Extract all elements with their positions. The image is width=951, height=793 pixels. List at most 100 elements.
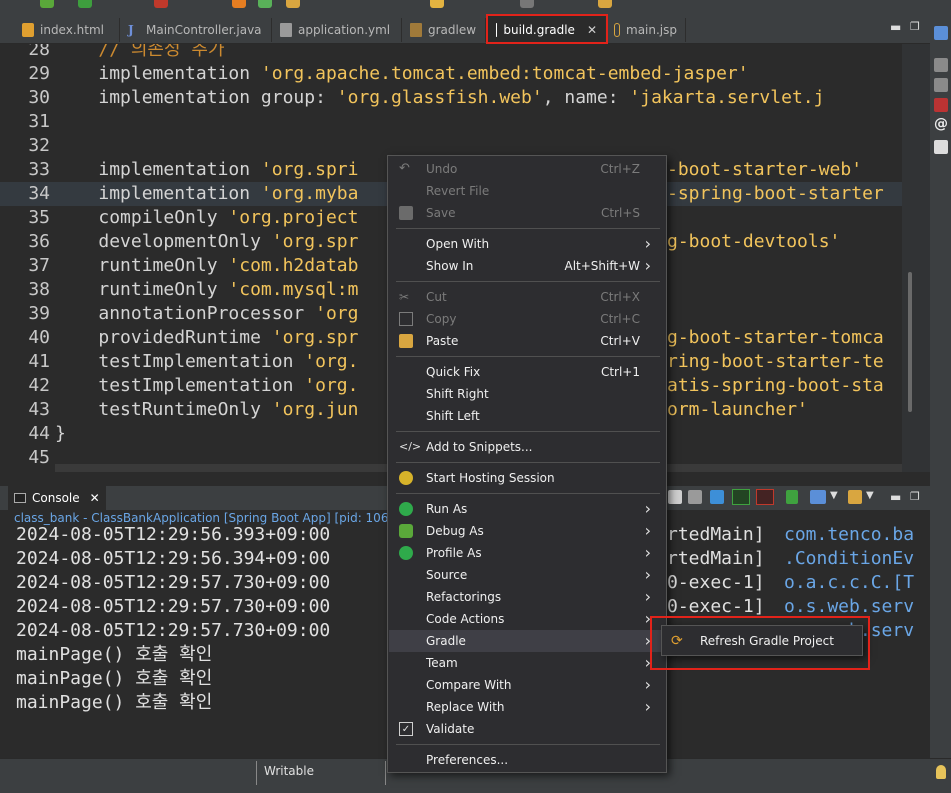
menu-item-open-with[interactable]: Open With ›	[389, 233, 665, 255]
code-token: 'jakarta.servlet.j	[629, 87, 825, 108]
menu-item-team[interactable]: Team ›	[389, 652, 665, 674]
line-number: 44	[28, 423, 50, 444]
pin-console-icon[interactable]	[668, 490, 682, 504]
code-token: 'org.myba	[260, 183, 359, 204]
line-number: 28	[28, 44, 50, 60]
menu-item-start-hosting-session[interactable]: Start Hosting Session	[389, 467, 665, 489]
console-icon	[14, 493, 26, 503]
menu-item-refactorings[interactable]: Refactorings ›	[389, 586, 665, 608]
chevron-down-icon[interactable]: ▼	[866, 490, 874, 501]
toolbar-run-icon[interactable]	[78, 0, 92, 8]
menu-item-shift-left[interactable]: Shift Left	[389, 405, 665, 427]
menu-item-compare-with[interactable]: Compare With ›	[389, 674, 665, 696]
declaration-view-icon[interactable]	[934, 140, 948, 154]
toolbar-spring-icon[interactable]	[258, 0, 272, 8]
menu-item-copy[interactable]: Copy Ctrl+C	[389, 308, 665, 330]
line-number: 29	[28, 63, 50, 84]
menu-item-paste[interactable]: Paste Ctrl+V	[389, 330, 665, 352]
word-wrap-icon[interactable]	[688, 490, 702, 504]
console-thread: 0-exec-1]	[667, 572, 765, 593]
chevron-right-icon: ›	[644, 675, 651, 694]
menu-item-revert-file[interactable]: Revert File	[389, 180, 665, 202]
tip-lightbulb-icon[interactable]	[936, 765, 946, 779]
console-line: 2024-08-05T12:29:57.730+09:00	[16, 620, 331, 641]
chevron-right-icon: ›	[644, 543, 651, 562]
code-line[interactable]: 29 implementation 'org.apache.tomcat.emb…	[0, 62, 902, 86]
console-thread: rtedMain]	[667, 526, 765, 545]
chevron-right-icon: ›	[644, 234, 651, 253]
menu-separator	[396, 281, 660, 282]
menu-item-show-in[interactable]: Show In Alt+Shift+W ›	[389, 255, 665, 277]
toolbar-back-icon[interactable]	[430, 0, 444, 8]
menu-item-undo[interactable]: ↶ Undo Ctrl+Z	[389, 158, 665, 180]
show-stdout-icon[interactable]	[732, 489, 750, 505]
toolbar-debug-icon[interactable]	[40, 0, 54, 8]
menu-item-validate[interactable]: ✓ Validate	[389, 718, 665, 740]
minimize-icon[interactable]: ▬	[890, 20, 901, 34]
menu-item-profile-as[interactable]: Profile As ›	[389, 542, 665, 564]
maximize-icon[interactable]: ❐	[910, 20, 920, 33]
menu-item-label: Source	[426, 568, 468, 582]
tab-application-yml[interactable]: application.yml	[272, 18, 402, 42]
close-icon[interactable]: ✕	[90, 491, 100, 505]
status-mode: Writable	[264, 764, 314, 778]
tab-gradlew[interactable]: gradlew	[402, 18, 486, 42]
code-token: 'org.spr	[271, 231, 359, 252]
pin-icon[interactable]	[786, 490, 798, 504]
menu-item-shift-right[interactable]: Shift Right	[389, 383, 665, 405]
menu-item-debug-as[interactable]: Debug As ›	[389, 520, 665, 542]
tab-index-html[interactable]: index.html	[14, 18, 120, 42]
menu-item-replace-with[interactable]: Replace With ›	[389, 696, 665, 718]
toolbar-folder-icon[interactable]	[286, 0, 300, 8]
menu-item-quick-fix[interactable]: Quick Fix Ctrl+1	[389, 361, 665, 383]
menu-item-cut[interactable]: ✂ Cut Ctrl+X	[389, 286, 665, 308]
code-line[interactable]: 28 // 의존성 추가	[0, 44, 902, 62]
minimize-icon[interactable]: ▬	[890, 490, 901, 504]
new-console-icon[interactable]	[848, 490, 862, 504]
menu-item-preferences[interactable]: Preferences...	[389, 749, 665, 771]
scroll-lock-icon[interactable]	[710, 490, 724, 504]
maximize-icon[interactable]: ❐	[910, 490, 920, 503]
menu-item-gradle[interactable]: Gradle ›	[389, 630, 665, 652]
code-line[interactable]: 30 implementation group: 'org.glassfish.…	[0, 86, 902, 110]
tab-maincontroller-java[interactable]: J MainController.java	[120, 18, 272, 42]
console-line: mainPage() 호출 확인	[16, 668, 213, 689]
toolbar-refresh-icon[interactable]	[598, 0, 612, 8]
line-number: 34	[28, 183, 50, 204]
javadoc-icon[interactable]: @	[934, 116, 948, 132]
problems-view-icon[interactable]	[934, 98, 948, 112]
code-text: testImplementation 'org.	[55, 350, 358, 374]
console-line: 2024-08-05T12:29:57.730+09:00	[16, 596, 331, 617]
outline-view-icon[interactable]	[934, 26, 948, 40]
toolbar-build-icon[interactable]	[232, 0, 246, 8]
menu-item-code-actions[interactable]: Code Actions ›	[389, 608, 665, 630]
chevron-down-icon[interactable]: ▼	[830, 490, 838, 501]
code-token: 'org.	[304, 375, 359, 396]
menu-separator	[396, 462, 660, 463]
code-fragment: atis-spring-boot-sta	[667, 375, 884, 396]
menu-item-add-to-snippets[interactable]: </> Add to Snippets...	[389, 436, 665, 458]
menu-item-run-as[interactable]: Run As ›	[389, 498, 665, 520]
menu-item-label: Compare With	[426, 678, 512, 692]
code-fragment: -spring-boot-starter	[667, 183, 884, 204]
editor-overview-ruler	[902, 44, 930, 472]
task-list-icon[interactable]	[934, 58, 948, 72]
tab-main-jsp[interactable]: main.jsp	[606, 18, 686, 42]
show-stderr-icon[interactable]	[756, 489, 774, 505]
toolbar-forward-icon[interactable]	[520, 0, 534, 8]
menu-item-save[interactable]: Save Ctrl+S	[389, 202, 665, 224]
palette-icon[interactable]	[934, 78, 948, 92]
html-file-icon	[22, 23, 34, 37]
display-console-icon[interactable]	[810, 490, 826, 504]
editor-vertical-scrollbar[interactable]	[908, 272, 912, 412]
tab-console[interactable]: Console ✕	[8, 486, 106, 510]
code-fragment: ring-boot-starter-te	[667, 351, 884, 372]
menu-item-label: Paste	[426, 334, 459, 348]
toolbar-stop-icon[interactable]	[154, 0, 168, 8]
menu-item-label: Shift Right	[426, 387, 489, 401]
code-line[interactable]: 31	[0, 110, 902, 134]
code-token: 'org.	[304, 351, 359, 372]
console-logger: com.tenco.ba	[784, 526, 915, 545]
menu-item-source[interactable]: Source ›	[389, 564, 665, 586]
